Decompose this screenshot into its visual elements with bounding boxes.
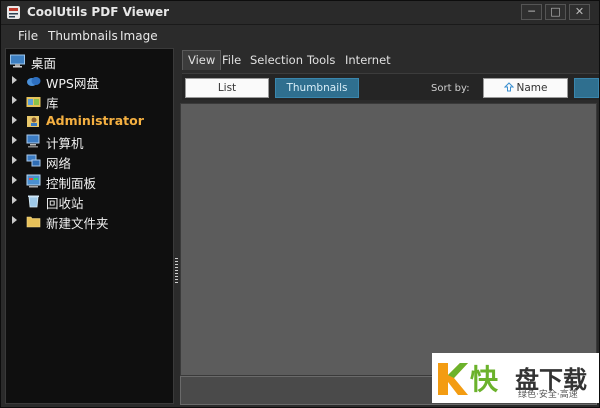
network-icon (26, 154, 41, 167)
tree-item-new-folder[interactable]: 新建文件夹 (6, 211, 173, 231)
tab-view[interactable]: View (182, 50, 222, 70)
thumbnails-view-button[interactable]: Thumbnails (275, 78, 359, 98)
sort-by-name-button[interactable]: Name (483, 78, 568, 98)
tree-item-library[interactable]: 库 (6, 91, 173, 111)
tree-item-wps-drive[interactable]: WPS网盘 (6, 71, 173, 91)
menu-file[interactable]: File (18, 29, 38, 43)
menu-bar: File Thumbnails Image (1, 26, 599, 46)
tree-item-label: WPS网盘 (46, 76, 99, 91)
expand-arrow-icon[interactable] (12, 216, 17, 224)
minimize-button[interactable]: ─ (521, 4, 542, 20)
tree-item-label: Administrator (46, 113, 144, 128)
splitter-grip-icon[interactable] (175, 258, 178, 284)
menu-image[interactable]: Image (120, 29, 158, 43)
maximize-button[interactable]: □ (545, 4, 566, 20)
library-icon (26, 97, 41, 107)
expand-arrow-icon[interactable] (12, 96, 17, 104)
tree-item-label: 网络 (46, 156, 72, 171)
close-button[interactable]: ✕ (569, 4, 590, 20)
tree-item-recycle-bin[interactable]: 回收站 (6, 191, 173, 211)
expand-arrow-icon[interactable] (12, 136, 17, 144)
sort-up-arrow-icon (503, 82, 514, 92)
tree-item-control-panel[interactable]: 控制面板 (6, 171, 173, 191)
app-window: CoolUtils PDF Viewer ─ □ ✕ File Thumbnai… (0, 0, 600, 408)
tree-item-label: 控制面板 (46, 176, 97, 191)
tab-tools[interactable]: Tools (302, 50, 340, 70)
watermark-k-icon (438, 363, 468, 395)
tab-file[interactable]: File (217, 50, 246, 70)
window-title: CoolUtils PDF Viewer (27, 5, 170, 19)
tree-item-label: 回收站 (46, 196, 84, 211)
menu-thumbnails[interactable]: Thumbnails (48, 29, 118, 43)
list-view-button[interactable]: List (185, 78, 269, 98)
view-toolbar: List Thumbnails Sort by: Name (182, 73, 599, 100)
tree-item-desktop[interactable]: 桌面 (6, 51, 173, 71)
tree-item-label: 新建文件夹 (46, 216, 109, 231)
folder-tree: 桌面 WPS网盘 库 Administrator 计算机 网络 控制面板 回收站… (5, 48, 174, 404)
tree-item-label: 库 (46, 96, 59, 111)
expand-arrow-icon[interactable] (12, 156, 17, 164)
expand-arrow-icon[interactable] (12, 196, 17, 204)
control-panel-icon (26, 174, 41, 188)
title-bar[interactable]: CoolUtils PDF Viewer ─ □ ✕ (1, 1, 599, 25)
tree-item-computer[interactable]: 计算机 (6, 131, 173, 151)
sort-by-label: Sort by: (431, 83, 470, 94)
computer-icon (26, 134, 40, 148)
sort-extra-button[interactable] (574, 78, 599, 98)
cloud-drive-icon (27, 77, 41, 86)
tree-item-administrator[interactable]: Administrator (6, 111, 173, 131)
expand-arrow-icon[interactable] (12, 76, 17, 84)
tab-internet[interactable]: Internet (340, 50, 396, 70)
recycle-bin-icon (28, 195, 39, 208)
user-folder-icon (27, 116, 39, 127)
desktop-icon (10, 54, 25, 68)
watermark-logo: 快 盘下载 绿色·安全·高速 (432, 353, 599, 403)
expand-arrow-icon[interactable] (12, 116, 17, 124)
watermark-sub-text: 绿色·安全·高速 (518, 390, 578, 400)
folder-icon (26, 216, 41, 228)
sort-by-name-label: Name (516, 82, 548, 94)
tree-item-network[interactable]: 网络 (6, 151, 173, 171)
thumbnail-view-area[interactable] (180, 103, 597, 376)
tab-selection[interactable]: Selection (245, 50, 308, 70)
app-logo-icon (7, 6, 20, 19)
expand-arrow-icon[interactable] (12, 176, 17, 184)
tree-item-label: 桌面 (31, 56, 57, 71)
watermark-kuai-text: 快 (470, 363, 499, 396)
tree-item-label: 计算机 (46, 136, 84, 151)
